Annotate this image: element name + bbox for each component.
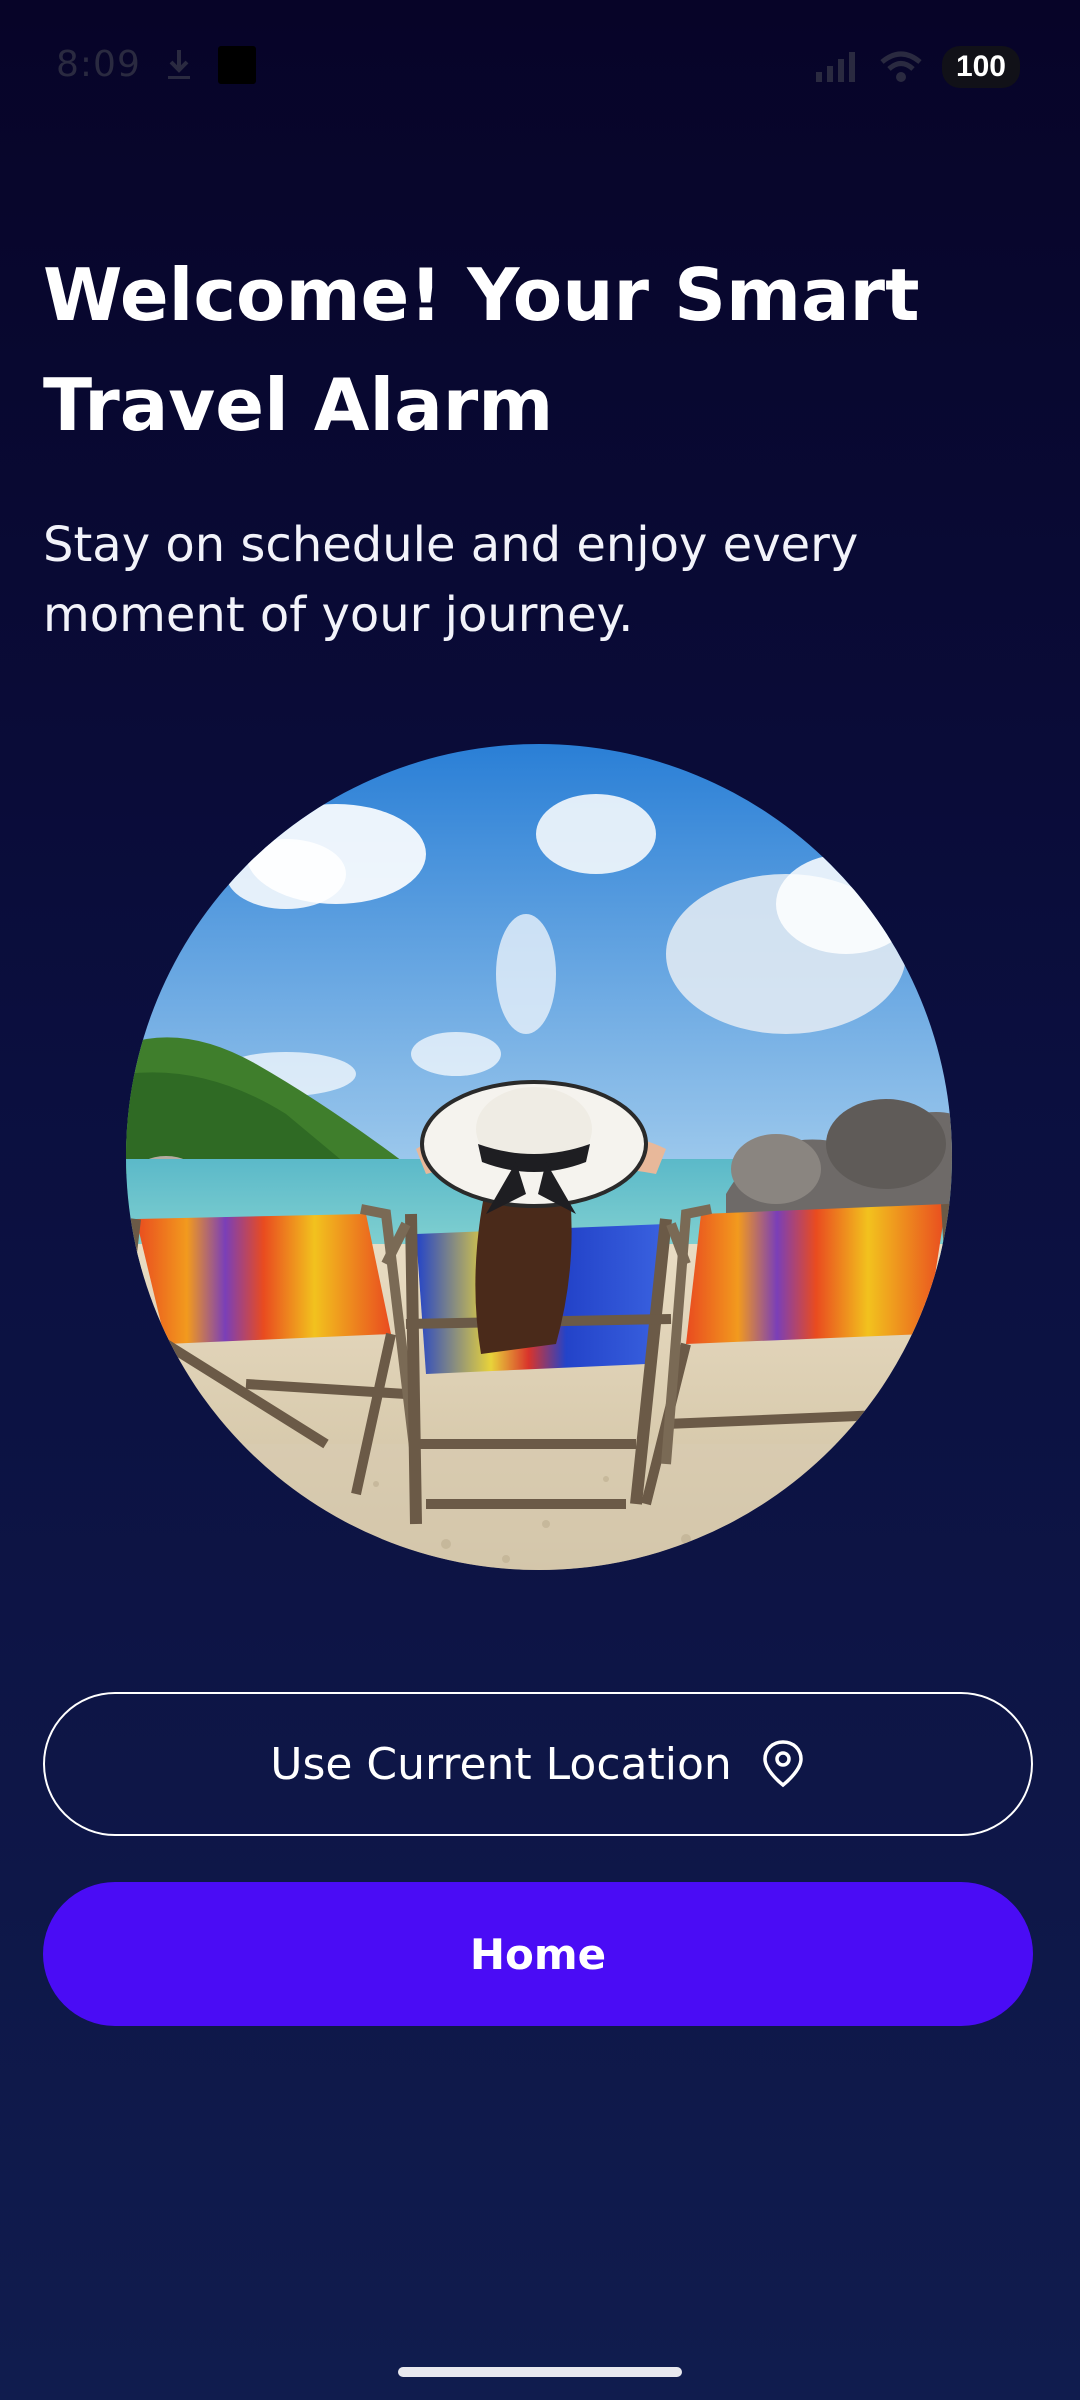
- status-left-icons: [160, 46, 256, 84]
- square-icon: [218, 46, 256, 84]
- use-current-location-label: Use Current Location: [270, 1738, 732, 1790]
- page-subtitle: Stay on schedule and enjoy every moment …: [43, 517, 859, 643]
- home-indicator[interactable]: [398, 2367, 682, 2377]
- status-right-icons: 100: [814, 46, 1020, 88]
- beach-illustration: [126, 744, 952, 1570]
- wifi-icon: [880, 51, 922, 82]
- status-bar: 8:09 100: [0, 0, 1080, 130]
- hero-image: [126, 744, 952, 1570]
- page-title: Welcome! Your Smart Travel Alarm: [43, 253, 920, 447]
- battery-level: 100: [955, 50, 1006, 83]
- signal-icon: [815, 52, 855, 82]
- location-pin-icon: [763, 1740, 803, 1788]
- status-time: 8:09: [56, 44, 141, 85]
- home-button-label: Home: [469, 1929, 607, 1979]
- use-current-location-button[interactable]: Use Current Location: [43, 1692, 1033, 1836]
- battery-icon: 100: [941, 46, 1020, 88]
- home-button[interactable]: Home: [43, 1882, 1033, 2026]
- download-icon: [168, 50, 190, 79]
